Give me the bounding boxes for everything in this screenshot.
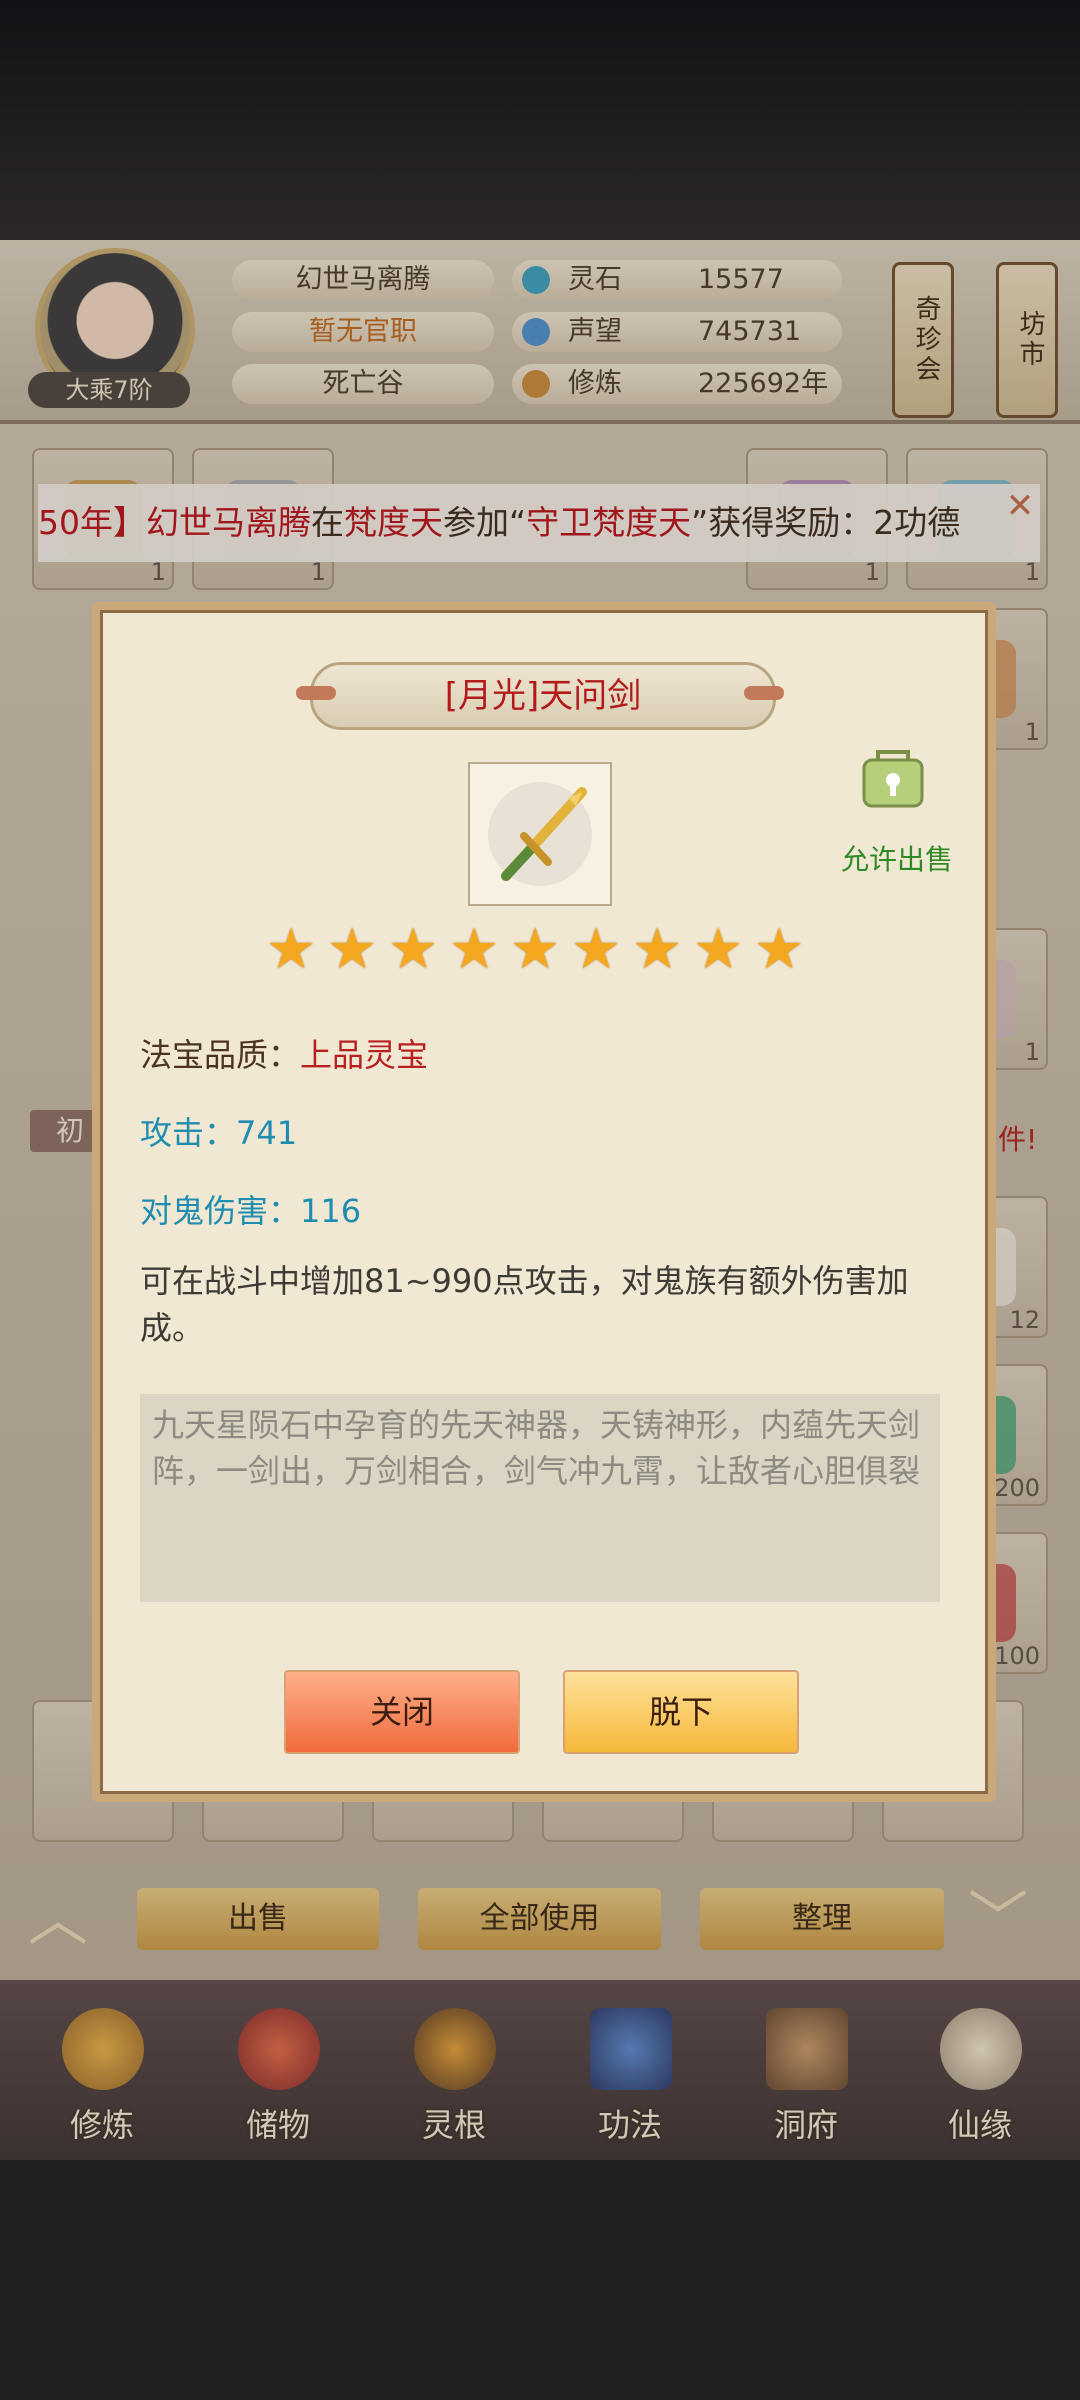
star-icon: ★	[510, 917, 561, 982]
item-description: 可在战斗中增加81~990点攻击，对鬼族有额外伤害加成。	[140, 1262, 909, 1347]
quality-value: 上品灵宝	[300, 1036, 429, 1074]
star-icon: ★	[632, 917, 683, 982]
item-lore: 九天星陨石中孕育的先天神器，天铸神形，内蕴先天剑阵，一剑出，万剑相合，剑气冲九霄…	[152, 1406, 921, 1490]
star-icon: ★	[388, 917, 439, 982]
star-icon: ★	[327, 917, 378, 982]
star-icon: ★	[266, 917, 317, 982]
attack-stat: 攻击：741	[140, 1114, 298, 1152]
lock-icon[interactable]	[858, 742, 928, 814]
item-title: [月光]天问剑	[444, 676, 642, 716]
ghost-damage-stat: 对鬼伤害：116	[140, 1192, 362, 1230]
bottom-dark-area	[0, 2160, 1080, 2400]
close-button[interactable]: 关闭	[284, 1670, 520, 1754]
star-rating: ★ ★ ★ ★ ★ ★ ★ ★ ★	[266, 920, 816, 980]
star-icon: ★	[693, 917, 744, 982]
item-icon-frame	[468, 762, 612, 906]
top-dark-area	[0, 0, 1080, 240]
quality-row: 法宝品质：上品灵宝	[140, 1036, 429, 1074]
star-icon: ★	[754, 917, 805, 982]
star-icon: ★	[449, 917, 500, 982]
sword-icon	[488, 782, 592, 886]
star-icon: ★	[571, 917, 622, 982]
unequip-button[interactable]: 脱下	[563, 1670, 799, 1754]
sell-permission-label: 允许出售	[840, 843, 953, 876]
